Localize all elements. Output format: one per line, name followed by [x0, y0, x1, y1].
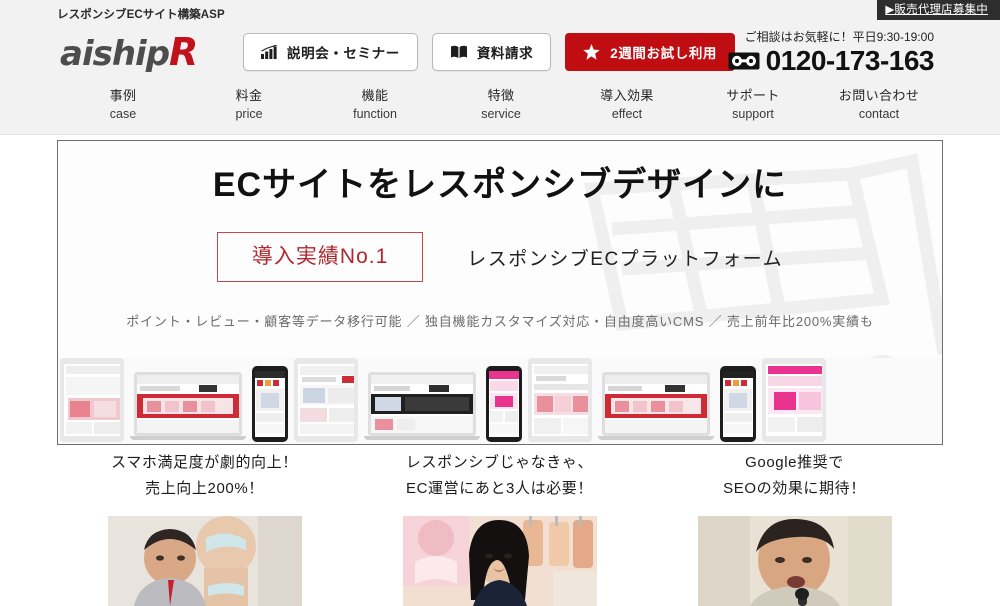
- device-phone: [720, 366, 756, 442]
- site-logo[interactable]: aishipR: [60, 30, 198, 74]
- nav-item-service-en: service: [481, 107, 521, 121]
- site-header: ▶販売代理店募集中 レスポンシブECサイト構築ASP aishipR 説明会・セ…: [0, 0, 1000, 135]
- nav-item-contact[interactable]: お問い合わせ contact: [816, 86, 942, 124]
- logo-accent-text: R: [169, 30, 198, 74]
- benefit-1-line1: スマホ満足度が劇的向上！: [111, 454, 298, 471]
- device-tablet: [60, 358, 124, 442]
- phone-number-row[interactable]: 0120-173-163: [728, 45, 935, 76]
- hero-title: ECサイトをレスポンシブデザインに: [212, 166, 788, 204]
- site-tagline: レスポンシブECサイト構築ASP: [57, 9, 225, 21]
- device-tablet: [762, 358, 826, 442]
- nav-item-support[interactable]: サポート support: [690, 86, 816, 124]
- nav-item-function-en: function: [353, 107, 397, 121]
- hero-subtitle: レスポンシブECプラットフォーム: [467, 248, 784, 270]
- document-request-button-label: 資料請求: [476, 46, 534, 61]
- seminar-button-label: 説明会・セミナー: [287, 46, 400, 61]
- contact-phone-block: ご相談はお気軽に！平日9:30-19:00 0120-173-163: [728, 28, 935, 76]
- nav-item-support-en: support: [732, 107, 774, 121]
- benefit-3-line2: SEOの効果に期待！: [723, 480, 866, 497]
- hero-highlight-row: 導入実績No.1 レスポンシブECプラットフォーム: [58, 232, 942, 282]
- nav-item-effect-ja: 導入効果: [600, 88, 654, 103]
- nav-item-effect-en: effect: [611, 107, 643, 121]
- free-trial-button[interactable]: 2週間お試し利用: [565, 33, 736, 71]
- nav-item-contact-ja: お問い合わせ: [838, 88, 920, 103]
- device-tablet: [528, 358, 592, 442]
- benefit-2-line1: レスポンシブじゃなきゃ、: [405, 454, 594, 471]
- nav-item-function[interactable]: 機能 function: [312, 86, 438, 124]
- device-phone: [252, 366, 288, 442]
- benefit-column-2[interactable]: レスポンシブじゃなきゃ、 EC運営にあと3人は必要！: [352, 450, 647, 606]
- agency-recruitment-label: ▶販売代理店募集中: [885, 4, 988, 16]
- free-dial-icon: [728, 50, 760, 72]
- hero-banner[interactable]: ECサイトをレスポンシブデザインに 導入実績No.1 レスポンシブECプラットフ…: [57, 140, 943, 445]
- benefit-3-photo[interactable]: [697, 516, 892, 606]
- star-icon: [583, 44, 601, 60]
- device-laptop: [130, 372, 246, 442]
- nav-item-effect[interactable]: 導入効果 effect: [564, 86, 690, 124]
- device-laptop: [364, 372, 480, 442]
- nav-item-case[interactable]: 事例 case: [60, 86, 186, 124]
- phone-hours-note: ご相談はお気軽に！平日9:30-19:00: [744, 30, 934, 44]
- phone-number-text: 0120-173-163: [765, 45, 935, 76]
- benefits-columns: スマホ満足度が劇的向上！ 売上向上200%！ レスポンシブじゃなきゃ、 EC運営…: [57, 450, 943, 606]
- nav-item-case-ja: 事例: [109, 88, 137, 103]
- benefit-2-line2: EC運営にあと3人は必要！: [406, 480, 593, 497]
- main-navigation: 事例 case 料金 price 機能 function 特徴 service …: [0, 86, 1000, 124]
- nav-item-service-ja: 特徴: [487, 88, 515, 103]
- benefit-column-3[interactable]: Google推奨で SEOの効果に期待！: [647, 450, 942, 606]
- bar-chart-icon: [261, 45, 278, 59]
- nav-item-service[interactable]: 特徴 service: [438, 86, 564, 124]
- device-laptop: [598, 372, 714, 442]
- benefit-3-line1: Google推奨で: [745, 454, 844, 471]
- benefit-1-photo[interactable]: [107, 516, 302, 606]
- nav-item-function-ja: 機能: [361, 88, 389, 103]
- benefit-2-photo[interactable]: [402, 516, 597, 606]
- logo-main-text: aiship: [60, 34, 170, 74]
- header-cta-group: 説明会・セミナー 資料請求 2週間お試し利用: [243, 33, 736, 71]
- nav-item-support-ja: サポート: [726, 88, 780, 103]
- free-trial-button-label: 2週間お試し利用: [610, 46, 718, 61]
- hero-feature-list: ポイント・レビュー・顧客等データ移行可能 ／ 独自機能カスタマイズ対応・自由度高…: [126, 314, 874, 329]
- document-request-button[interactable]: 資料請求: [431, 33, 552, 71]
- device-tablet: [294, 358, 358, 442]
- nav-item-price-ja: 料金: [235, 88, 263, 103]
- nav-item-price-en: price: [235, 107, 263, 121]
- hero-badge: 導入実績No.1: [216, 232, 424, 282]
- book-icon: [450, 45, 468, 59]
- benefit-1-line2: 売上向上200%！: [145, 480, 264, 497]
- device-phone: [486, 366, 522, 442]
- seminar-button[interactable]: 説明会・セミナー: [243, 33, 418, 71]
- nav-item-case-en: case: [109, 107, 137, 121]
- benefit-column-1[interactable]: スマホ満足度が劇的向上！ 売上向上200%！: [57, 450, 352, 606]
- nav-item-price[interactable]: 料金 price: [186, 86, 312, 124]
- device-showcase-strip: [58, 358, 942, 444]
- agency-recruitment-banner[interactable]: ▶販売代理店募集中: [877, 0, 1000, 20]
- nav-item-contact-en: contact: [858, 107, 900, 121]
